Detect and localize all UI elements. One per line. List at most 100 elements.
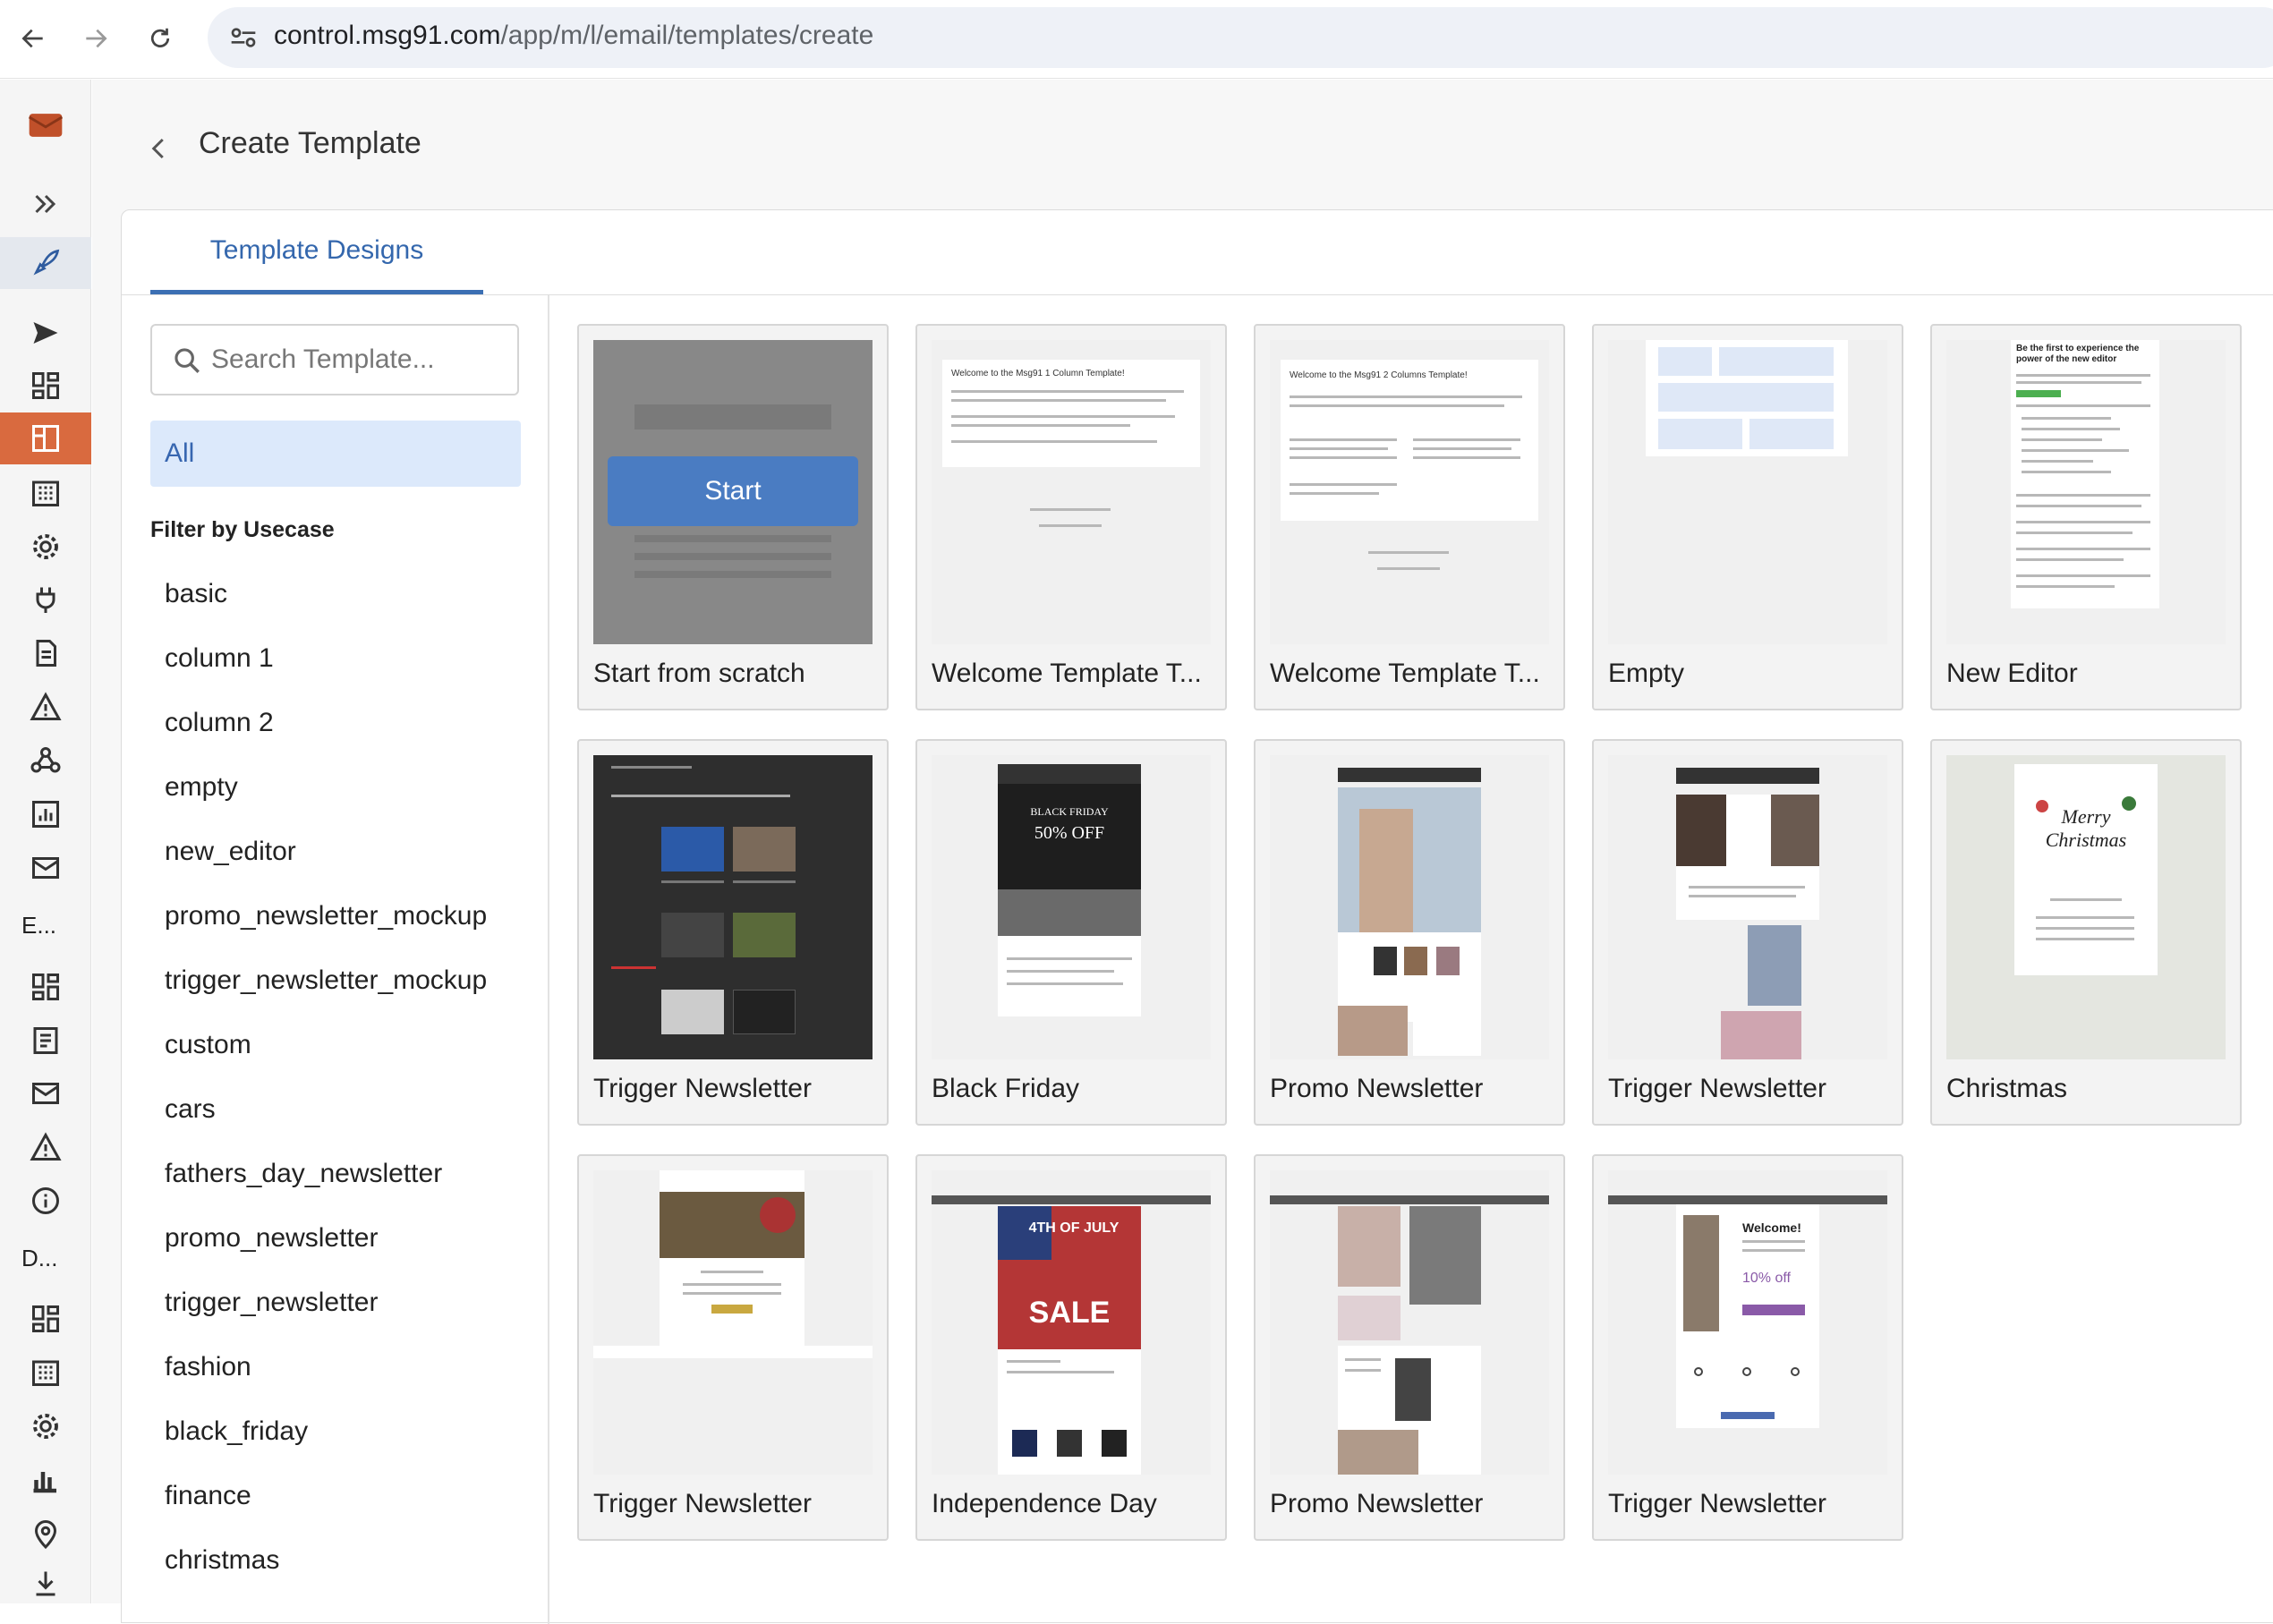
- app-logo-icon[interactable]: [0, 99, 91, 151]
- template-card[interactable]: Welcome to the Msg91 1 Column Template! …: [915, 324, 1227, 710]
- plug-icon[interactable]: [0, 574, 91, 625]
- template-card[interactable]: Promo Newsletter: [1254, 1154, 1565, 1541]
- filter-item[interactable]: black_friday: [165, 1407, 487, 1471]
- template-name: Independence Day: [932, 1489, 1157, 1518]
- warning-icon[interactable]: [0, 1121, 91, 1173]
- dashboard-icon[interactable]: [0, 360, 91, 412]
- filter-item[interactable]: column 2: [165, 698, 487, 762]
- filter-item[interactable]: empty: [165, 762, 487, 827]
- template-card[interactable]: Promo Newsletter: [1254, 739, 1565, 1126]
- app-sidebar: E... D...: [0, 80, 91, 1603]
- sidebar-section-label-d: D...: [21, 1245, 58, 1271]
- filter-item[interactable]: column 1: [165, 633, 487, 698]
- template-card: Template Designs All Filter by Usecase b…: [121, 209, 2273, 1624]
- report-icon[interactable]: [0, 788, 91, 840]
- template-name: Welcome Template T...: [1270, 659, 1540, 688]
- thumb-offer: 50% OFF: [1034, 823, 1105, 843]
- template-card[interactable]: Trigger Newsletter: [577, 739, 889, 1126]
- mail-icon[interactable]: [0, 842, 91, 894]
- filter-item[interactable]: fashion: [165, 1342, 487, 1407]
- template-card[interactable]: Welcome! 10% off Trigger Newsletter: [1592, 1154, 1903, 1541]
- templates-icon[interactable]: [0, 412, 91, 464]
- filter-item[interactable]: trigger_newsletter_mockup: [165, 956, 487, 1020]
- filter-item[interactable]: basic: [165, 569, 487, 633]
- address-bar[interactable]: control.msg91.com/app/m/l/email/template…: [208, 7, 2273, 68]
- template-thumbnail: Welcome! 10% off: [1608, 1170, 1887, 1475]
- filter-item[interactable]: promo_newsletter_mockup: [165, 891, 487, 956]
- search-box[interactable]: [150, 324, 519, 395]
- template-name: Christmas: [1946, 1074, 2068, 1103]
- template-thumbnail: [593, 1170, 873, 1475]
- location-pin-icon[interactable]: [0, 1508, 91, 1560]
- filter-item[interactable]: new_editor: [165, 827, 487, 891]
- page-title: Create Template: [199, 126, 421, 160]
- template-name: Trigger Newsletter: [1608, 1074, 1826, 1103]
- tab-template-designs[interactable]: Template Designs: [150, 210, 483, 294]
- back-arrow-icon[interactable]: [11, 16, 55, 61]
- template-thumbnail: Welcome to the Msg91 2 Columns Template!: [1270, 340, 1549, 644]
- thumb-title: Welcome to the Msg91 1 Column Template!: [951, 369, 1125, 378]
- dashboard-icon[interactable]: [0, 961, 91, 1013]
- template-thumbnail: Welcome to the Msg91 1 Column Template!: [932, 340, 1211, 644]
- download-icon[interactable]: [0, 1558, 91, 1610]
- thumb-headline: BLACK FRIDAY: [1030, 805, 1109, 818]
- thumb-headline: 4TH OF JULY: [1028, 1220, 1119, 1236]
- filter-item[interactable]: christmas: [165, 1535, 487, 1600]
- template-name: Empty: [1608, 659, 1685, 688]
- filter-item[interactable]: promo_newsletter: [165, 1213, 487, 1278]
- filter-item[interactable]: cars: [165, 1084, 487, 1149]
- back-chevron-icon[interactable]: [137, 126, 182, 171]
- thumb-headline: Merry Christmas: [2045, 805, 2127, 851]
- building-icon[interactable]: [0, 467, 91, 519]
- forward-arrow-icon[interactable]: [73, 16, 118, 61]
- filter-item[interactable]: trigger_newsletter: [165, 1278, 487, 1342]
- warning-icon[interactable]: [0, 681, 91, 733]
- main-content: Create Template Template Designs All Fil…: [92, 80, 2273, 1624]
- filter-item[interactable]: fathers_day_newsletter: [165, 1149, 487, 1213]
- mail-icon[interactable]: [0, 1067, 91, 1119]
- building-icon[interactable]: [0, 1347, 91, 1399]
- site-settings-icon[interactable]: [229, 25, 258, 50]
- template-card[interactable]: BLACK FRIDAY 50% OFF Black Friday: [915, 739, 1227, 1126]
- bar-chart-icon[interactable]: [0, 1454, 91, 1506]
- search-input[interactable]: [211, 340, 507, 379]
- template-name: New Editor: [1946, 659, 2078, 688]
- template-card[interactable]: Trigger Newsletter: [1592, 739, 1903, 1126]
- template-name: Start from scratch: [593, 659, 805, 688]
- webhook-icon[interactable]: [0, 735, 91, 786]
- filter-item[interactable]: finance: [165, 1471, 487, 1535]
- settings-icon[interactable]: [0, 1400, 91, 1452]
- expand-sidebar-icon[interactable]: [0, 178, 91, 230]
- settings-icon[interactable]: [0, 521, 91, 573]
- thumb-offer: 10% off: [1742, 1271, 1791, 1286]
- thumb-title: Welcome to the Msg91 2 Columns Template!: [1290, 370, 1468, 380]
- url-text: control.msg91.com/app/m/l/email/template…: [274, 21, 874, 50]
- template-thumbnail: [1270, 755, 1549, 1059]
- filter-panel: All Filter by Usecase basic column 1 col…: [122, 295, 549, 1624]
- template-card-start-from-scratch[interactable]: Start Start from scratch: [577, 324, 889, 710]
- template-card[interactable]: 4TH OF JULY SALE Independence Day: [915, 1154, 1227, 1541]
- template-thumbnail: Start: [593, 340, 873, 644]
- rocket-icon[interactable]: [0, 237, 91, 289]
- template-thumbnail: Merry Christmas: [1946, 755, 2226, 1059]
- send-icon[interactable]: [0, 307, 91, 359]
- browser-toolbar: control.msg91.com/app/m/l/email/template…: [0, 0, 2273, 79]
- sidebar-section-label-e: E...: [21, 912, 57, 939]
- template-thumbnail: BLACK FRIDAY 50% OFF: [932, 755, 1211, 1059]
- document-list-icon[interactable]: [0, 1015, 91, 1067]
- document-icon[interactable]: [0, 627, 91, 679]
- filter-item-all[interactable]: All: [150, 421, 521, 487]
- template-thumbnail: Be the first to experience the power of …: [1946, 340, 2226, 644]
- start-button[interactable]: Start: [608, 456, 858, 526]
- filter-item[interactable]: custom: [165, 1020, 487, 1084]
- filter-list: basic column 1 column 2 empty new_editor…: [165, 569, 487, 1600]
- template-card[interactable]: Merry Christmas Christmas: [1930, 739, 2242, 1126]
- reload-icon[interactable]: [138, 16, 183, 61]
- template-card[interactable]: Be the first to experience the power of …: [1930, 324, 2242, 710]
- info-icon[interactable]: [0, 1175, 91, 1227]
- template-card[interactable]: Empty: [1592, 324, 1903, 710]
- dashboard-icon[interactable]: [0, 1293, 91, 1345]
- template-card[interactable]: Welcome to the Msg91 2 Columns Template!…: [1254, 324, 1565, 710]
- thumb-sale: SALE: [1028, 1296, 1111, 1330]
- template-card[interactable]: Trigger Newsletter: [577, 1154, 889, 1541]
